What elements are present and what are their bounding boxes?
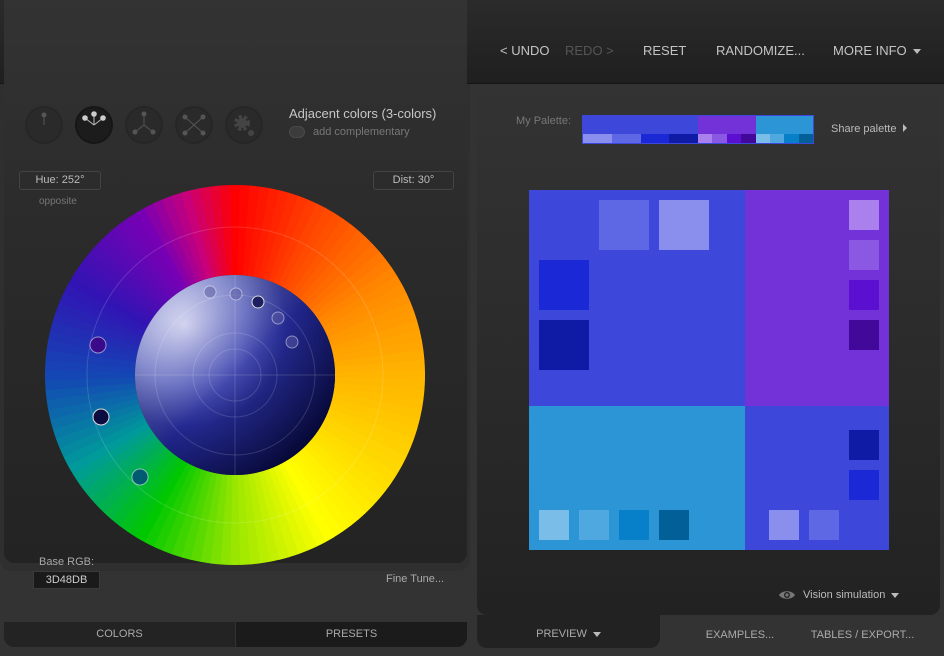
reset-button[interactable]: RESET bbox=[643, 43, 686, 58]
palette-shade-swatch[interactable] bbox=[698, 134, 713, 143]
palette-shades bbox=[583, 134, 698, 143]
preview-swatch[interactable] bbox=[849, 200, 879, 230]
caret-down-icon bbox=[592, 631, 601, 637]
preview-swatch[interactable] bbox=[659, 510, 689, 540]
palette-shade-swatch[interactable] bbox=[798, 134, 813, 143]
tab-examples[interactable]: EXAMPLES... bbox=[690, 625, 790, 645]
palette-group-secondary-1[interactable] bbox=[698, 116, 756, 143]
primary-hue-marker[interactable] bbox=[92, 408, 110, 426]
scheme-title: Adjacent colors (3-colors) bbox=[289, 106, 437, 121]
palette-shade-swatch[interactable] bbox=[726, 134, 742, 143]
color-wheel[interactable] bbox=[45, 185, 425, 565]
undo-button[interactable]: < UNDO bbox=[500, 43, 549, 58]
shade-marker[interactable] bbox=[285, 335, 299, 349]
my-palette-label: My Palette: bbox=[516, 115, 572, 127]
eye-icon bbox=[779, 591, 795, 599]
mono-icon bbox=[41, 112, 47, 125]
shade-marker[interactable] bbox=[229, 287, 243, 301]
palette-shade-swatch[interactable] bbox=[784, 134, 799, 143]
randomize-button[interactable]: RANDOMIZE... bbox=[716, 43, 805, 58]
palette-shades bbox=[698, 134, 756, 143]
redo-button[interactable]: REDO > bbox=[565, 43, 614, 58]
tab-preview[interactable]: PREVIEW bbox=[477, 615, 660, 648]
preview-swatch[interactable] bbox=[539, 260, 589, 310]
base-rgb-label: Base RGB: bbox=[39, 556, 95, 568]
shade-marker[interactable] bbox=[203, 285, 217, 299]
preview-swatch[interactable] bbox=[809, 510, 839, 540]
palette-main-swatch[interactable] bbox=[698, 116, 756, 134]
preview-swatch[interactable] bbox=[849, 320, 879, 350]
palette-main-swatch[interactable] bbox=[583, 116, 698, 134]
more-info-label: MORE INFO bbox=[833, 43, 907, 58]
base-shade-marker[interactable] bbox=[251, 295, 265, 309]
palette-shade-swatch[interactable] bbox=[583, 134, 612, 143]
palette-shade-swatch[interactable] bbox=[741, 134, 756, 143]
share-palette-button[interactable]: Share palette bbox=[831, 123, 908, 135]
palette-shade-swatch[interactable] bbox=[769, 134, 785, 143]
preview-swatch[interactable] bbox=[579, 510, 609, 540]
palette-group-secondary-2[interactable] bbox=[755, 116, 813, 143]
gear-icon bbox=[234, 115, 254, 136]
more-info-button[interactable]: MORE INFO bbox=[833, 43, 921, 58]
triad-scheme-button[interactable] bbox=[125, 106, 163, 144]
vision-simulation-label: Vision simulation bbox=[803, 589, 886, 601]
my-palette-strip[interactable] bbox=[582, 115, 814, 144]
adjacent-scheme-button[interactable] bbox=[75, 106, 113, 144]
share-palette-label: Share palette bbox=[831, 123, 897, 135]
palette-shade-swatch[interactable] bbox=[712, 134, 727, 143]
preview-swatch[interactable] bbox=[599, 200, 649, 250]
mono-scheme-button[interactable] bbox=[25, 106, 63, 144]
free-style-scheme-button[interactable] bbox=[225, 106, 263, 144]
tab-preview-label: PREVIEW bbox=[536, 628, 587, 640]
caret-right-icon bbox=[903, 124, 908, 132]
add-complementary-toggle[interactable] bbox=[289, 126, 305, 138]
tab-presets[interactable]: PRESETS bbox=[236, 622, 467, 647]
preview-swatch[interactable] bbox=[659, 200, 709, 250]
caret-down-icon bbox=[912, 49, 921, 55]
preview-swatch[interactable] bbox=[539, 320, 589, 370]
caret-down-icon bbox=[891, 592, 900, 598]
base-rgb-input[interactable]: 3D48DB bbox=[33, 571, 100, 589]
fine-tune-button[interactable]: Fine Tune... bbox=[386, 573, 444, 585]
palette-shade-swatch[interactable] bbox=[669, 134, 698, 143]
preview-swatch[interactable] bbox=[849, 470, 879, 500]
add-complementary-label: add complementary bbox=[313, 126, 410, 138]
palette-group-primary[interactable] bbox=[583, 116, 698, 143]
preview-swatch[interactable] bbox=[769, 510, 799, 540]
vision-simulation-button[interactable]: Vision simulation bbox=[778, 589, 900, 601]
palette-shade-swatch[interactable] bbox=[755, 134, 770, 143]
palette-shade-swatch[interactable] bbox=[611, 134, 641, 143]
shade-marker[interactable] bbox=[271, 311, 285, 325]
preview-swatch[interactable] bbox=[849, 430, 879, 460]
tab-tables-export[interactable]: TABLES / EXPORT... bbox=[800, 625, 925, 645]
adjacent-icon bbox=[82, 111, 106, 126]
secondary-hue-marker[interactable] bbox=[89, 336, 107, 354]
tetrad-icon bbox=[182, 114, 206, 136]
tab-colors[interactable]: COLORS bbox=[4, 622, 235, 647]
triad-icon bbox=[132, 111, 156, 135]
tetrad-scheme-button[interactable] bbox=[175, 106, 213, 144]
preview-swatch[interactable] bbox=[849, 280, 879, 310]
palette-preview[interactable] bbox=[529, 190, 889, 550]
app: paletton.com < UNDO REDO > RESET RANDOMI… bbox=[0, 0, 944, 656]
palette-shade-swatch[interactable] bbox=[640, 134, 670, 143]
preview-swatch[interactable] bbox=[849, 240, 879, 270]
palette-main-swatch[interactable] bbox=[755, 116, 813, 134]
palette-shades bbox=[755, 134, 813, 143]
preview-swatch[interactable] bbox=[619, 510, 649, 540]
secondary-hue-marker[interactable] bbox=[131, 468, 149, 486]
preview-swatch[interactable] bbox=[539, 510, 569, 540]
